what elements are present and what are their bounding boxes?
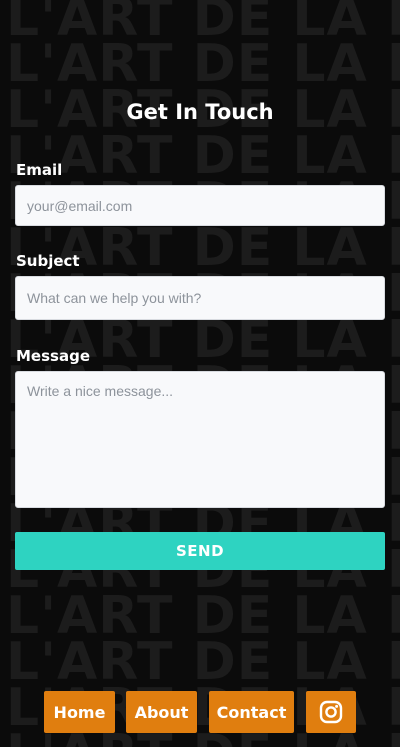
nav-home-button[interactable]: Home — [44, 691, 115, 733]
nav-about-button[interactable]: About — [126, 691, 197, 733]
send-button[interactable]: SEND — [15, 532, 385, 570]
contact-page: Get In Touch Email Subject Message SEND … — [0, 0, 400, 747]
bottom-nav: Home About Contact — [0, 691, 400, 733]
page-title: Get In Touch — [126, 100, 274, 124]
email-label: Email — [16, 161, 63, 179]
subject-field[interactable] — [15, 276, 385, 320]
message-field[interactable] — [15, 371, 385, 508]
email-field[interactable] — [15, 185, 385, 226]
nav-contact-button[interactable]: Contact — [209, 691, 294, 733]
nav-instagram-button[interactable] — [306, 691, 356, 733]
message-label: Message — [16, 347, 90, 365]
subject-label: Subject — [16, 252, 80, 270]
instagram-icon — [319, 700, 343, 724]
